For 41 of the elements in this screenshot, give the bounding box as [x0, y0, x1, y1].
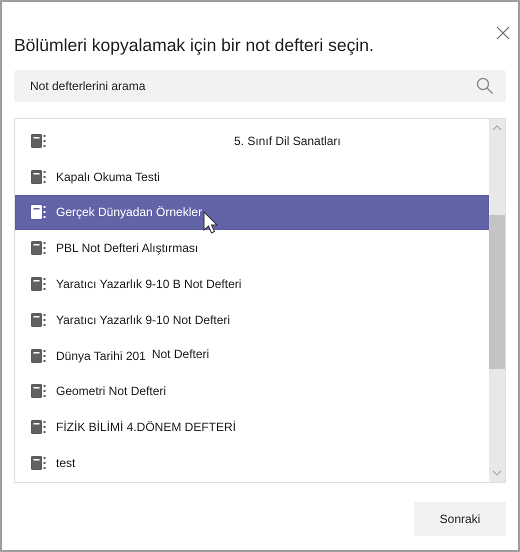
notebook-icon	[31, 456, 46, 470]
notebook-name: Not Defteri	[152, 346, 210, 363]
notebook-icon	[31, 170, 46, 184]
scroll-down-icon	[492, 470, 502, 476]
notebook-item[interactable]: FİZİK BİLİMİ 4.DÖNEM DEFTERİ	[15, 409, 489, 446]
next-button[interactable]: Sonraki	[414, 502, 506, 536]
notebook-name: Gerçek Dünyadan Örnekler	[56, 204, 202, 222]
scrollbar-thumb[interactable]	[489, 215, 505, 369]
notebook-name: Dünya Tarihi 201	[56, 348, 146, 365]
mouse-pointer-icon	[203, 210, 219, 235]
notebook-item[interactable]: PBL Not Defteri Alıştırması	[15, 230, 489, 266]
notebook-name: test	[56, 455, 76, 472]
notebook-name: Geometri Not Defteri	[56, 383, 166, 400]
dialog-title: Bölümleri kopyalamak için bir not defteri seçin.	[14, 34, 374, 57]
notebook-icon	[31, 134, 46, 148]
notebook-item[interactable]: Dünya Tarihi 201 Not Defteri	[15, 338, 489, 374]
notebook-name: Yaratıcı Yazarlık 9-10 B Not Defteri	[56, 276, 242, 294]
notebook-item[interactable]: 5. Sınıf Dil Sanatları	[15, 123, 489, 159]
scrollbar[interactable]	[489, 119, 505, 482]
close-icon	[496, 26, 510, 40]
notebook-icon	[31, 384, 46, 398]
notebook-icon	[31, 205, 46, 220]
notebook-name: FİZİK BİLİMİ 4.DÖNEM DEFTERİ	[56, 419, 236, 436]
notebook-name: Kapalı Okuma Testi	[56, 168, 160, 186]
notebook-item[interactable]: Yaratıcı Yazarlık 9-10 B Not Defteri	[15, 266, 489, 302]
notebook-icon	[31, 348, 46, 363]
search-field[interactable]: Not defterlerini arama	[14, 70, 506, 102]
notebook-item[interactable]: Kapalı Okuma Testi	[15, 158, 489, 195]
notebook-icon	[31, 277, 46, 292]
notebook-icon	[31, 241, 46, 256]
close-button[interactable]	[496, 26, 510, 40]
scroll-up-icon	[492, 125, 502, 131]
notebook-item[interactable]: Yaratıcı Yazarlık 9-10 Not Defteri	[15, 302, 489, 338]
notebook-item[interactable]: test	[15, 445, 489, 481]
notebook-name: 5. Sınıf Dil Sanatları	[234, 132, 341, 150]
search-icon	[476, 77, 494, 95]
notebook-name: PBL Not Defteri Alıştırması	[56, 240, 198, 258]
notebook-icon	[31, 420, 46, 434]
notebook-item[interactable]: Geometri Not Defteri	[15, 374, 489, 410]
notebook-icon	[31, 312, 46, 327]
notebook-name: Yaratıcı Yazarlık 9-10 Not Defteri	[56, 312, 230, 329]
